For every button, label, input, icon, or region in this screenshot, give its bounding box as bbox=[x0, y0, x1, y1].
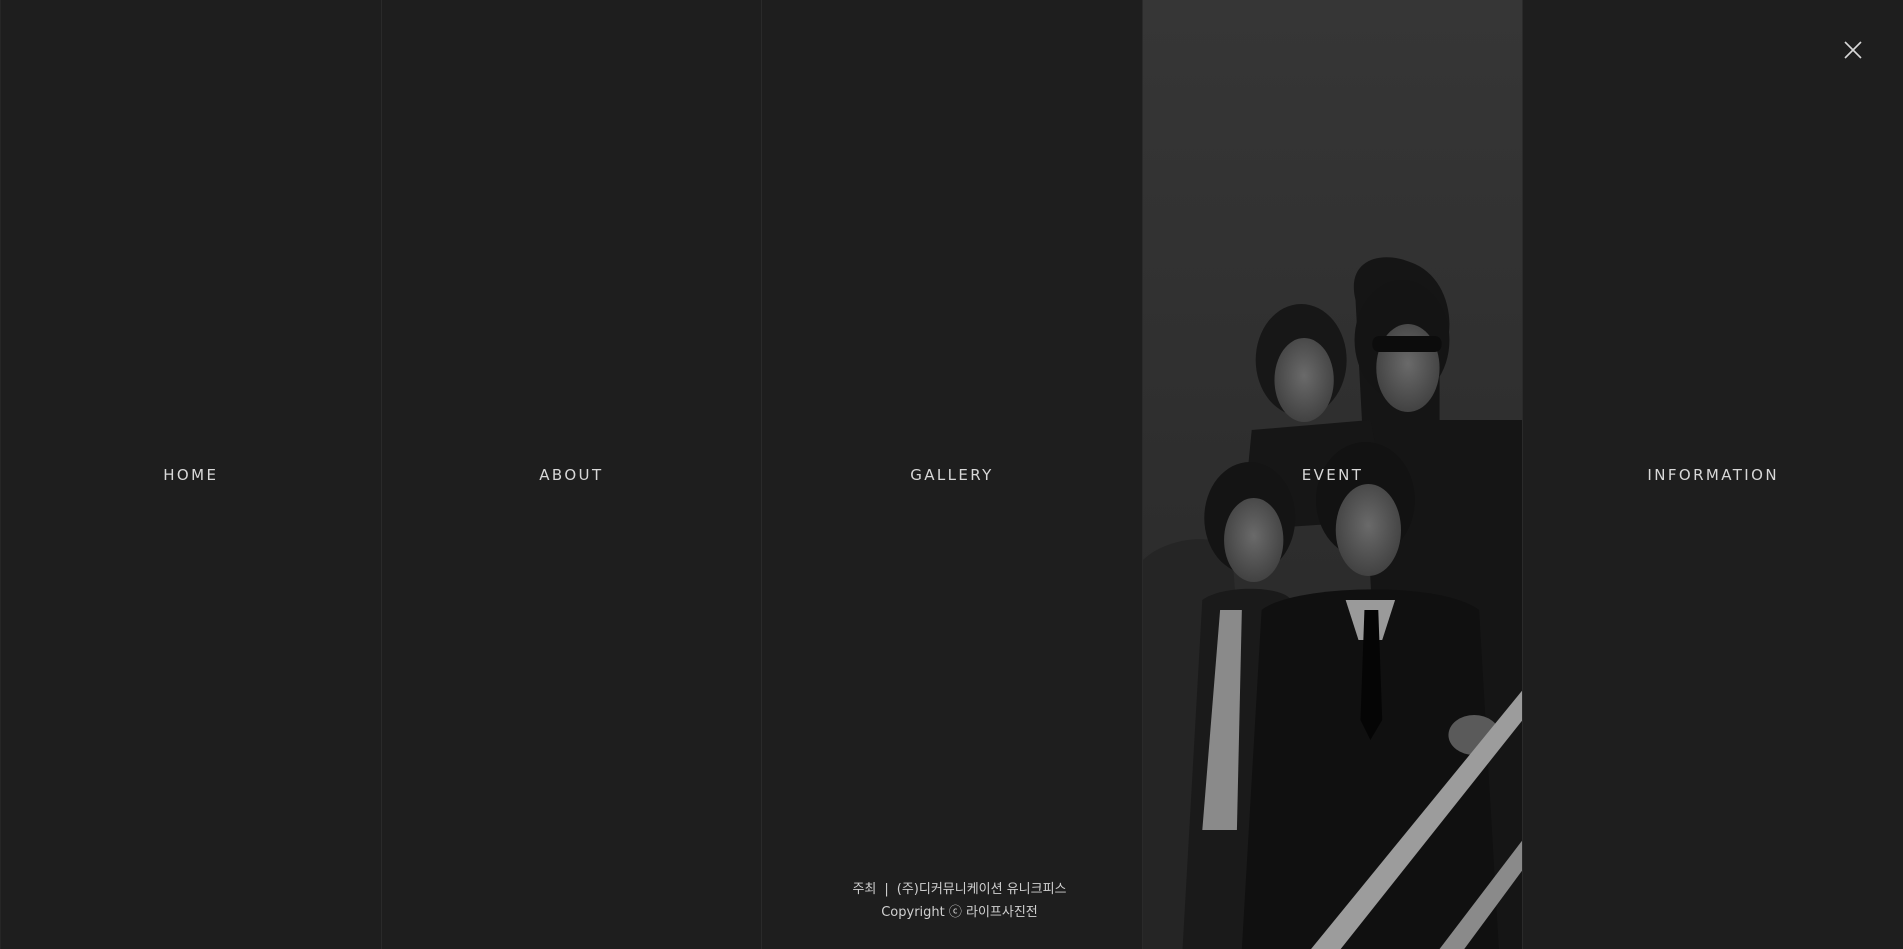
footer-host-label: 주최 bbox=[852, 882, 877, 897]
footer-host-line: 주최 | (주)디커뮤니케이션 유니크피스 bbox=[0, 878, 1903, 901]
close-icon bbox=[1844, 41, 1862, 59]
menu-panel-gallery[interactable]: GALLERY bbox=[761, 0, 1142, 949]
menu-panel-about[interactable]: ABOUT bbox=[380, 0, 762, 949]
footer: 주최 | (주)디커뮤니케이션 유니크피스 Copyright ⓒ 라이프사진전 bbox=[0, 878, 1903, 924]
menu-label-information: INFORMATION bbox=[1647, 466, 1779, 484]
footer-separator: | bbox=[884, 882, 889, 897]
footer-host-name: (주)디커뮤니케이션 유니크피스 bbox=[896, 882, 1067, 897]
menu-panels: HOME ABOUT GALLERY EVENT INFORMATION bbox=[0, 0, 1903, 949]
close-button[interactable] bbox=[1841, 38, 1865, 62]
footer-copyright: Copyright ⓒ 라이프사진전 bbox=[881, 905, 1038, 920]
menu-label-home: HOME bbox=[163, 466, 219, 484]
menu-panel-home[interactable]: HOME bbox=[0, 0, 381, 949]
menu-panel-information[interactable]: INFORMATION bbox=[1522, 0, 1903, 949]
menu-label-gallery: GALLERY bbox=[910, 466, 994, 484]
menu-label-event: EVENT bbox=[1301, 466, 1364, 484]
fullscreen-menu: HOME ABOUT GALLERY EVENT INFORMATION 주최 … bbox=[0, 0, 1903, 949]
menu-label-about: ABOUT bbox=[539, 466, 604, 484]
menu-panel-event[interactable]: EVENT bbox=[1141, 0, 1523, 949]
